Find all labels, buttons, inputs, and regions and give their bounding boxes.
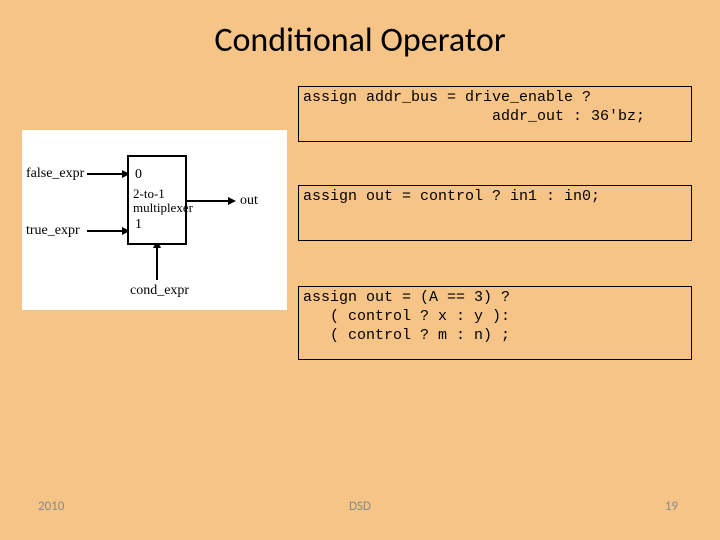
wire	[156, 245, 158, 280]
code-block-3: assign out = (A == 3) ? ( control ? x : …	[298, 286, 692, 360]
label-true-expr: true_expr	[26, 223, 80, 239]
wire	[87, 230, 127, 232]
mux-label-line: multiplexer	[133, 200, 193, 215]
mux-port-1: 1	[135, 217, 142, 233]
arrow-icon	[228, 197, 236, 205]
mux-box: 0 1 2-to-1 multiplexer	[127, 155, 187, 245]
wire	[87, 173, 127, 175]
footer-center: DSD	[0, 499, 720, 514]
code-block-1: assign addr_bus = drive_enable ? addr_ou…	[298, 86, 692, 142]
code-block-2: assign out = control ? in1 : in0;	[298, 185, 692, 241]
label-out: out	[240, 193, 258, 209]
mux-label: 2-to-1 multiplexer	[133, 187, 193, 216]
mux-label-line: 2-to-1	[133, 186, 165, 201]
footer-page: 19	[665, 499, 678, 514]
label-cond-expr: cond_expr	[130, 283, 189, 299]
label-false-expr: false_expr	[26, 166, 84, 182]
mux-diagram: false_expr true_expr out cond_expr 0 1 2…	[22, 130, 287, 310]
slide-title: Conditional Operator	[0, 0, 720, 61]
mux-port-0: 0	[135, 167, 142, 183]
wire	[187, 200, 232, 202]
